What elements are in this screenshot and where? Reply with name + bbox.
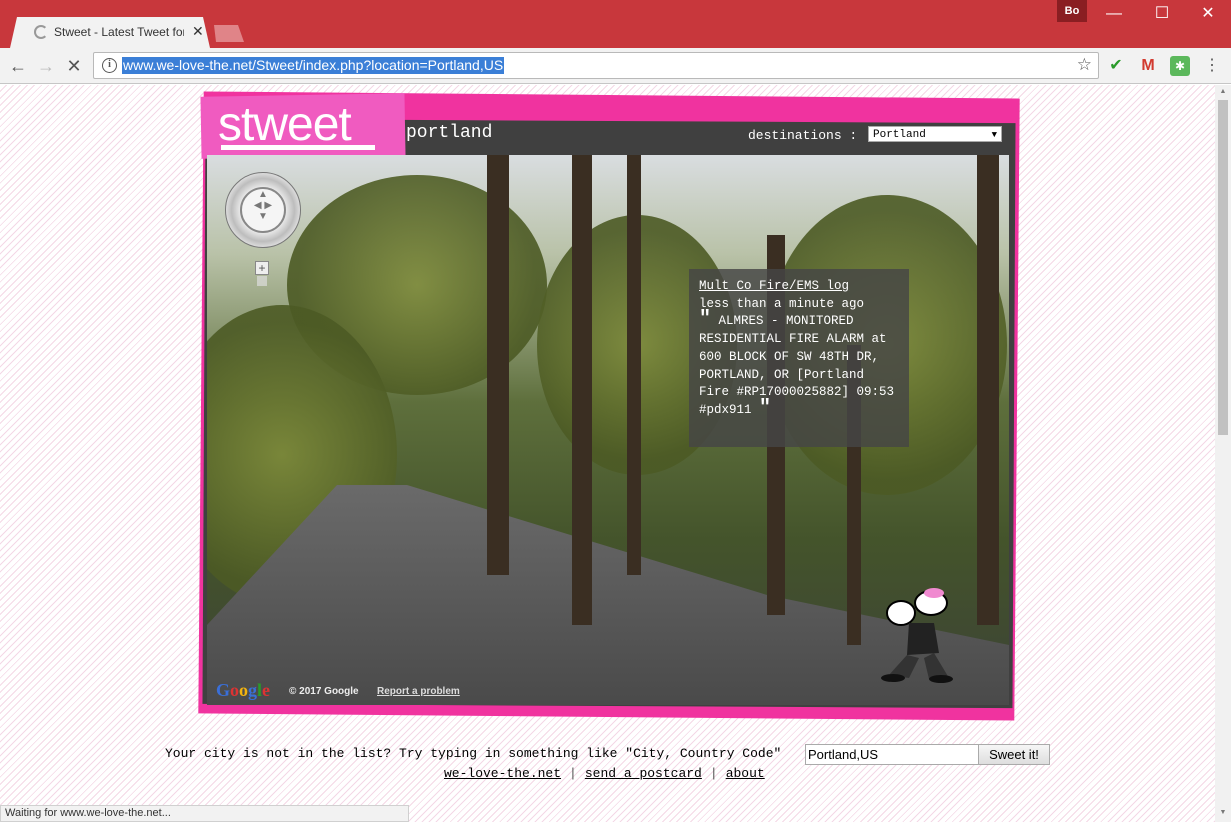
scroll-down-icon[interactable]: ▼ <box>1218 809 1228 819</box>
destinations-select[interactable]: Portland ▼ <box>868 126 1002 142</box>
url-text[interactable]: www.we-love-the.net/Stweet/index.php?loc… <box>122 57 505 74</box>
sweet-it-button[interactable]: Sweet it! <box>978 744 1050 765</box>
tree-trunk <box>977 155 999 625</box>
footer-links: we-love-the.net | send a postcard | about <box>444 766 765 781</box>
pan-arrows-icon[interactable]: ▲ ◀ ▶ ▼ <box>240 187 286 233</box>
close-quote-icon: " <box>759 396 772 420</box>
stop-icon[interactable]: ✕ <box>62 54 86 78</box>
separator: | <box>709 766 718 781</box>
forward-arrow-icon[interactable]: → <box>34 54 58 78</box>
tweet-box: Mult Co Fire/EMS log less than a minute … <box>689 269 909 447</box>
footer-link-about[interactable]: about <box>726 766 765 781</box>
minimize-icon[interactable]: — <box>1096 4 1132 26</box>
destinations-label: destinations : <box>748 128 858 143</box>
tab-title: Stweet - Latest Tweet for <box>54 25 184 39</box>
dropdown-arrow-icon: ▼ <box>991 130 997 140</box>
site-logo[interactable]: stweet <box>218 97 352 152</box>
google-logo[interactable]: Google <box>216 680 270 701</box>
browser-toolbar: ← → ✕ i www.we-love-the.net/Stweet/index… <box>0 48 1231 84</box>
bookmark-star-icon[interactable]: ☆ <box>1077 55 1092 75</box>
extension-icon[interactable]: ✱ <box>1170 56 1190 76</box>
maximize-icon[interactable]: ☐ <box>1144 4 1180 26</box>
city-prompt: Your city is not in the list? Try typing… <box>165 746 782 761</box>
map-copyright: © 2017 Google <box>289 686 359 697</box>
close-window-icon[interactable]: ✕ <box>1190 4 1226 26</box>
scroll-up-icon[interactable]: ▲ <box>1218 88 1228 98</box>
tweet-author-link[interactable]: Mult Co Fire/EMS log <box>699 278 899 296</box>
separator: | <box>569 766 577 781</box>
city-title: portland <box>406 123 493 143</box>
tree-trunk <box>627 155 641 575</box>
tweet-time: less than a minute ago <box>699 296 865 311</box>
tree-trunk <box>487 155 509 575</box>
menu-dots-icon[interactable]: ⋮ <box>1202 56 1222 76</box>
logo-underline <box>221 145 375 150</box>
title-bar: Stweet - Latest Tweet for ✕ Bo — ☐ ✕ <box>0 0 1231 48</box>
checkmark-extension-icon[interactable]: ✔ <box>1106 56 1126 76</box>
vertical-scrollbar[interactable]: ▲ ▼ <box>1215 85 1231 822</box>
report-problem-link[interactable]: Report a problem <box>377 686 460 697</box>
scroll-thumb[interactable] <box>1218 100 1228 435</box>
tab-close-icon[interactable]: ✕ <box>192 23 204 40</box>
loading-spinner-icon <box>34 25 48 39</box>
zoom-slider[interactable] <box>257 276 267 286</box>
street-view-panorama[interactable]: ▲ ◀ ▶ ▼ + Mult Co Fire/EMS log less than a… <box>207 155 1009 705</box>
city-search-input[interactable]: Portland,US <box>805 744 979 765</box>
back-arrow-icon[interactable]: ← <box>6 54 30 78</box>
gmail-extension-icon[interactable]: M <box>1138 56 1158 76</box>
tree-trunk <box>572 155 592 625</box>
profile-button[interactable]: Bo <box>1057 0 1087 22</box>
browser-tab[interactable]: Stweet - Latest Tweet for ✕ <box>10 17 210 48</box>
open-quote-icon: " <box>699 308 712 332</box>
popeye-mascot-icon <box>881 588 953 683</box>
status-bar: Waiting for www.we-love-the.net... <box>0 805 409 822</box>
address-bar[interactable]: i www.we-love-the.net/Stweet/index.php?l… <box>93 52 1099 79</box>
footer-link-home[interactable]: we-love-the.net <box>444 766 561 781</box>
zoom-in-icon[interactable]: + <box>255 261 269 275</box>
footer-link-postcard[interactable]: send a postcard <box>585 766 702 781</box>
page-content: stweet portland destinations : Portland … <box>0 85 1215 822</box>
destinations-select-value: Portland <box>873 129 926 141</box>
info-icon[interactable]: i <box>102 58 117 73</box>
tweet-text: ALMRES - MONITORED RESIDENTIAL FIRE ALAR… <box>699 314 895 417</box>
new-tab-button[interactable] <box>214 25 244 42</box>
pan-control[interactable]: ▲ ◀ ▶ ▼ <box>225 172 301 248</box>
